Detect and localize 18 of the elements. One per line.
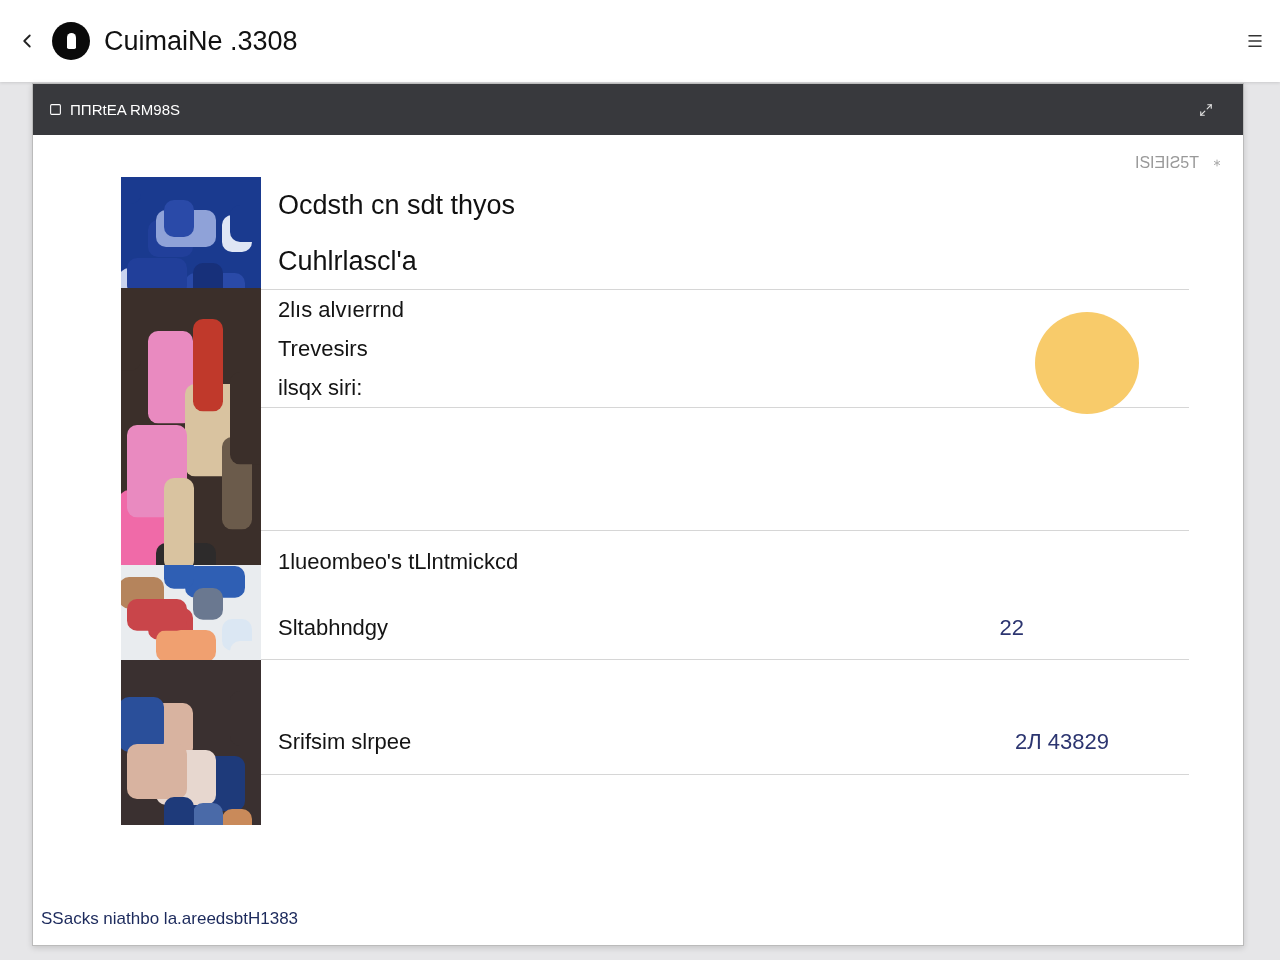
item-text: Trevesirs xyxy=(278,335,369,362)
panel-title: ΠΠRtEA RM98S xyxy=(70,101,182,118)
expand-icon[interactable] xyxy=(1199,102,1213,117)
app-title: CuimaiNe .3308 xyxy=(104,25,299,57)
checkbox-icon[interactable] xyxy=(49,103,62,116)
item-text: Sltabhndgy xyxy=(278,615,389,641)
item-title: Ocdsth cn sdt thyos xyxy=(278,189,517,221)
menu-icon[interactable] xyxy=(1246,32,1264,50)
item-value: 2Л 43829 xyxy=(1015,729,1109,755)
item-text: 1lueombeo's tLlntmickcd xyxy=(278,548,520,576)
item-text: Srifsim slrpee xyxy=(278,729,412,755)
item-text: 2lıs alvıerrnd xyxy=(278,296,405,323)
item-value: 22 xyxy=(999,615,1024,641)
item-text: ilsqx siri: xyxy=(278,374,364,401)
corner-label: ISIƎIƧ5T xyxy=(1134,154,1199,172)
logo-icon xyxy=(52,22,90,60)
footer-text: SSacks niathbo la.areedsbtH1383 xyxy=(40,909,300,930)
item-title: Cuhlrlascl'a xyxy=(278,245,418,277)
